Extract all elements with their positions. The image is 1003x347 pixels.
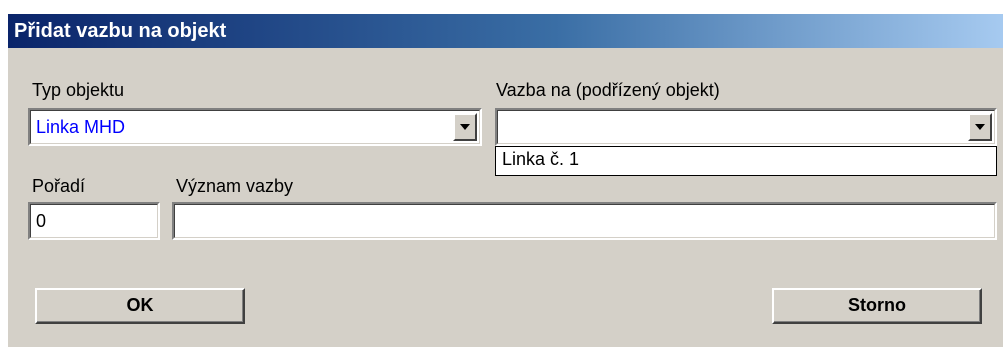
object-type-dropdown-button[interactable] xyxy=(453,113,477,141)
order-label: Pořadí xyxy=(32,176,86,196)
order-input[interactable]: 0 xyxy=(28,202,160,240)
cancel-button[interactable]: Storno xyxy=(772,288,982,324)
object-type-select[interactable]: Linka MHD xyxy=(28,108,482,146)
dialog-title: Přidat vazbu na objekt xyxy=(14,20,227,42)
title-bar[interactable]: Přidat vazbu na objekt xyxy=(8,14,1003,48)
order-value: 0 xyxy=(36,211,47,231)
dropdown-option[interactable]: Linka č. 1 xyxy=(502,149,579,169)
object-type-label: Typ objektu xyxy=(32,80,125,100)
dialog-window: Přidat vazbu na objekt Typ objektu Linka… xyxy=(6,12,1003,347)
chevron-down-icon xyxy=(975,124,985,130)
link-target-select[interactable] xyxy=(495,108,997,146)
link-target-dropdown-list: Linka č. 1 xyxy=(495,146,997,176)
chevron-down-icon xyxy=(460,124,470,130)
link-target-dropdown-button[interactable] xyxy=(968,113,992,141)
ok-button[interactable]: OK xyxy=(35,288,245,324)
link-target-label: Vazba na (podřízený objekt) xyxy=(496,80,720,100)
meaning-input[interactable] xyxy=(172,202,997,240)
object-type-value: Linka MHD xyxy=(36,117,126,137)
meaning-label: Význam vazby xyxy=(176,176,294,196)
